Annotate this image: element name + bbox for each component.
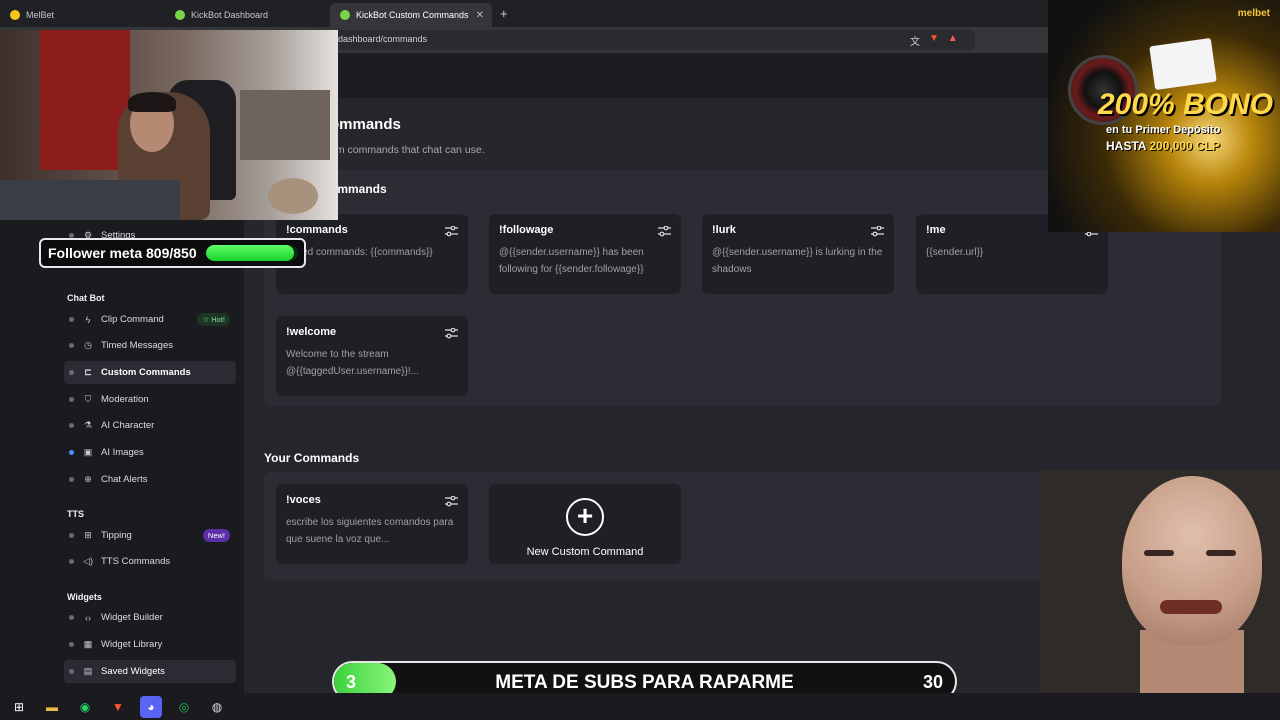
settings-sliders-icon[interactable]: [445, 226, 458, 237]
shield-icon: ⛉: [84, 394, 92, 404]
command-desc: @{{sender.username}} has been following …: [499, 247, 644, 275]
globe-icon: ⊕: [84, 474, 92, 484]
tab-label: KickBot Dashboard: [191, 10, 269, 20]
command-name: !followage: [499, 224, 554, 236]
sidebar-item-clip-command[interactable]: ϟ Clip Command ☆ Hot!: [64, 308, 236, 331]
cat: [268, 178, 318, 214]
command-card-voces[interactable]: !voces escribe los siguientes comandos p…: [276, 484, 468, 564]
settings-sliders-icon[interactable]: [445, 328, 458, 339]
sidebar-item-chat-alerts[interactable]: ⊕ Chat Alerts: [64, 468, 236, 491]
tag-icon: ⊏: [84, 367, 92, 377]
discord-icon[interactable]: ◕: [140, 695, 162, 718]
obs-icon[interactable]: ◍: [206, 696, 228, 718]
kickbot-favicon-icon: [175, 10, 185, 20]
command-desc: escribe los siguientes comandos para que…: [286, 517, 454, 545]
code-icon: ‹›: [85, 612, 91, 623]
command-card-welcome[interactable]: !welcome Welcome to the stream @{{tagged…: [276, 316, 468, 396]
follower-progress-fill: [206, 245, 294, 261]
melbet-favicon-icon: [10, 10, 20, 20]
sidebar-section-chat-bot: Chat Bot: [67, 293, 105, 303]
bolt-icon: ϟ: [85, 314, 91, 325]
new-tab-icon[interactable]: +: [500, 6, 508, 21]
sidebar-item-custom-commands[interactable]: ⊏ Custom Commands: [64, 361, 236, 384]
tab-label: MelBet: [26, 10, 55, 20]
settings-sliders-icon[interactable]: [871, 226, 884, 237]
follower-goal-widget: Follower meta 809/850: [39, 238, 306, 268]
sidebar-item-ai-images[interactable]: ▣ AI Images: [64, 441, 236, 464]
new-custom-command-button[interactable]: + New Custom Command: [489, 484, 681, 564]
subs-goal-text: META DE SUBS PARA RAPARME: [495, 672, 794, 693]
sidebar-item-timed-messages[interactable]: ◷ Timed Messages: [64, 334, 236, 357]
follower-progress-bar: [206, 245, 298, 261]
follower-goal-text: Follower meta 809/850: [48, 245, 197, 261]
spotify-icon[interactable]: ◎: [173, 696, 195, 718]
file-explorer-icon[interactable]: ▬: [41, 696, 63, 718]
new-command-label: New Custom Command: [526, 546, 644, 558]
grid-icon: ▦: [83, 639, 93, 649]
brave-rewards-icon[interactable]: ▲: [948, 33, 958, 48]
brave-browser-icon[interactable]: ▼: [107, 696, 129, 718]
command-desc: @{{sender.username}} is lurking in the s…: [712, 247, 883, 275]
command-name: !lurk: [712, 224, 736, 236]
windows-start-icon[interactable]: ⊞: [8, 696, 30, 718]
command-card-lurk[interactable]: !lurk @{{sender.username}} is lurking in…: [702, 214, 894, 294]
kickbot-favicon-icon: [340, 10, 350, 20]
url-text: dashboard/commands: [338, 34, 428, 44]
command-desc: Welcome to the stream @{{taggedUser.user…: [286, 349, 420, 377]
sidebar-item-moderation[interactable]: ⛉ Moderation: [64, 388, 236, 411]
command-desc: {{sender.url}}: [926, 247, 984, 258]
speaker-icon: ◁): [83, 556, 93, 566]
command-name: !welcome: [286, 326, 337, 338]
plus-circle-icon: +: [566, 498, 604, 536]
melbet-ad[interactable]: melbet 200% BONO en tu Primer Depósito H…: [1048, 0, 1280, 232]
flask-icon: ⚗: [83, 420, 93, 430]
sidebar-item-tts-commands[interactable]: ◁) TTS Commands: [64, 550, 236, 573]
ad-line2: en tu Primer Depósito: [1106, 124, 1221, 136]
settings-sliders-icon[interactable]: [658, 226, 671, 237]
hot-badge: ☆ Hot!: [197, 313, 230, 326]
page-title: ommands: [330, 116, 401, 133]
sidebar-item-widget-builder[interactable]: ‹› Widget Builder: [64, 606, 236, 629]
ad-line3: HASTA 200,000 CLP: [1106, 139, 1221, 153]
clock-icon: ◷: [84, 340, 92, 350]
translate-icon[interactable]: 文: [910, 33, 920, 48]
subs-target: 30: [922, 672, 943, 692]
sidebar-item-widget-library[interactable]: ▦ Widget Library: [64, 633, 236, 656]
reaction-face-overlay: [1040, 470, 1280, 720]
sidebar-item-saved-widgets[interactable]: ▤ Saved Widgets: [64, 660, 236, 683]
windows-taskbar: ⊞ ▬ ◉ ▼ ◕ ◎ ◍: [0, 693, 1280, 720]
new-badge: New!: [202, 529, 230, 542]
image-icon: ▣: [83, 447, 93, 457]
whatsapp-icon[interactable]: ◉: [74, 696, 96, 718]
command-card-followage[interactable]: !followage @{{sender.username}} has been…: [489, 214, 681, 294]
your-commands-heading: Your Commands: [264, 451, 360, 465]
gift-icon: ⊞: [84, 530, 92, 540]
webcam-overlay: [0, 30, 338, 220]
ad-headline: 200% BONO: [1098, 88, 1274, 121]
command-name: !voces: [286, 494, 321, 506]
playing-cards-icon: [1149, 37, 1217, 91]
tab-kickbot-custom-commands[interactable]: KickBot Custom Commands ✕: [330, 3, 492, 27]
melbet-logo: melbet: [1237, 8, 1270, 19]
settings-sliders-icon[interactable]: [445, 496, 458, 507]
tab-kickbot-dashboard[interactable]: KickBot Dashboard: [165, 3, 327, 27]
page-subtitle: om commands that chat can use.: [330, 144, 485, 156]
command-name: !commands: [286, 224, 348, 236]
sidebar-section-widgets: Widgets: [67, 592, 102, 602]
sidebar-item-tipping[interactable]: ⊞ Tipping New!: [64, 524, 236, 547]
save-icon: ▤: [83, 666, 93, 676]
sidebar-section-tts: TTS: [67, 509, 84, 519]
tab-melbet[interactable]: MelBet: [0, 3, 168, 27]
default-commands-heading: ommands: [330, 182, 387, 196]
brave-shield-icon[interactable]: ▼: [929, 33, 939, 48]
sidebar-item-ai-character[interactable]: ⚗ AI Character: [64, 414, 236, 437]
tab-label: KickBot Custom Commands: [356, 10, 469, 20]
command-desc: ...bled commands: {{commands}}: [286, 247, 433, 258]
close-tab-icon[interactable]: ✕: [476, 10, 484, 21]
